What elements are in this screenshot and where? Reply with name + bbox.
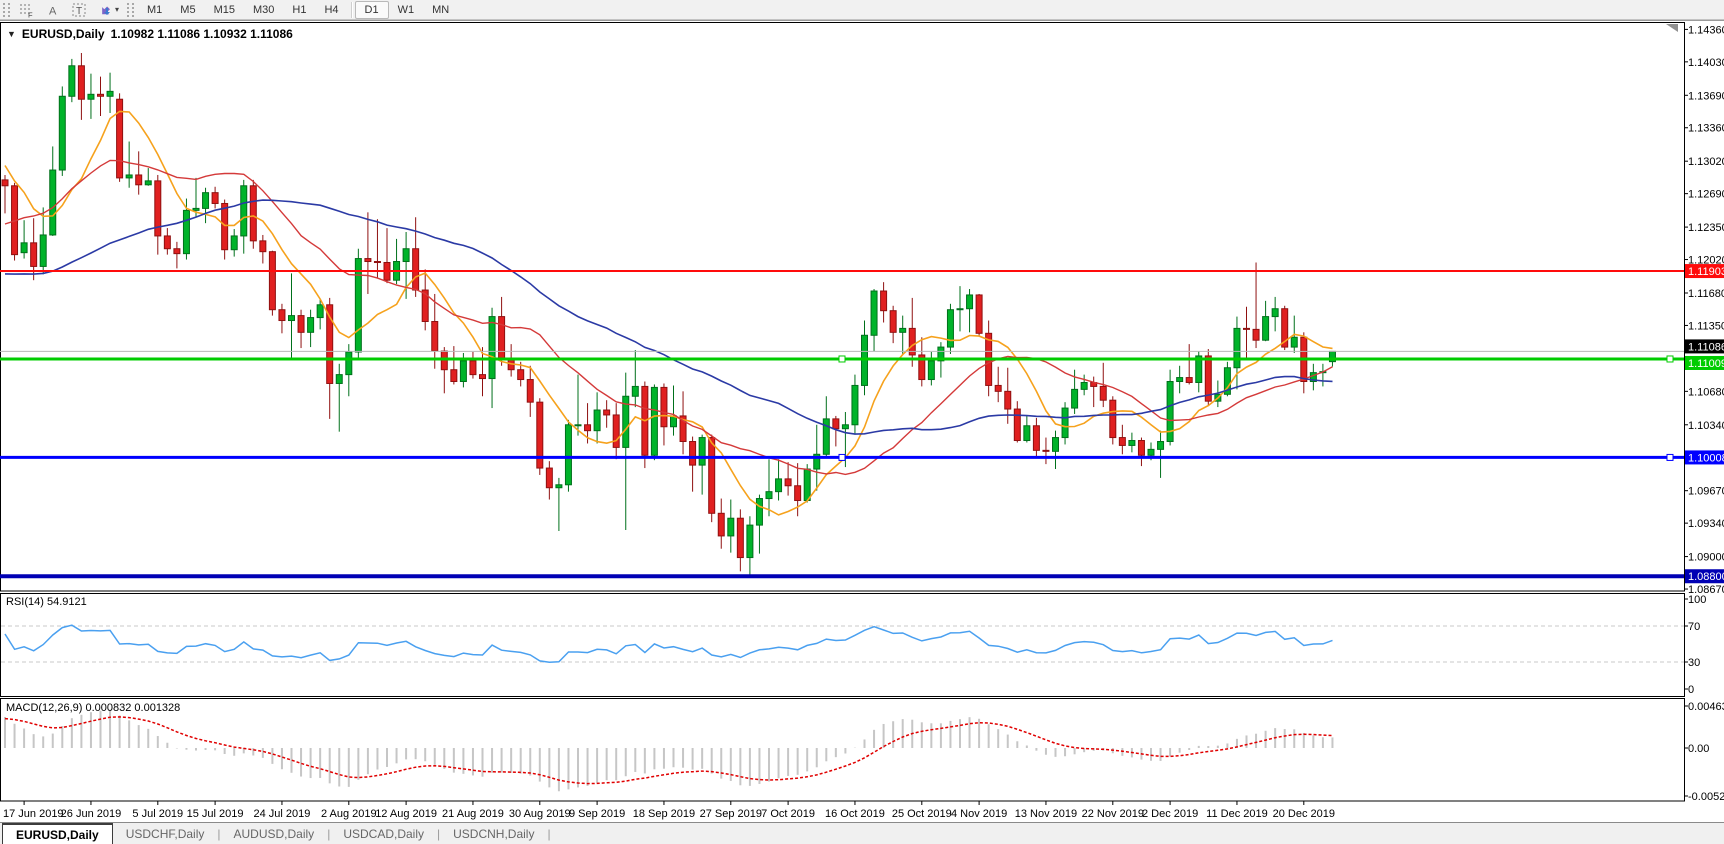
- svg-text:1.11009: 1.11009: [1688, 358, 1724, 370]
- svg-text:12 Aug 2019: 12 Aug 2019: [375, 808, 437, 820]
- svg-text:1.11350: 1.11350: [1688, 320, 1724, 332]
- svg-text:1.14030: 1.14030: [1688, 57, 1724, 69]
- svg-text:100: 100: [1688, 594, 1706, 606]
- chart-canvas[interactable]: 1.14360 1.14030 1.13690 1.13360 1.13020 1.126…: [0, 21, 1724, 823]
- timeframe-button-d1[interactable]: D1: [355, 1, 389, 19]
- text-icon[interactable]: A: [40, 1, 66, 19]
- svg-text:17 Jun 2019: 17 Jun 2019: [3, 808, 64, 820]
- svg-text:27 Sep 2019: 27 Sep 2019: [700, 808, 762, 820]
- timeframe-button-mn[interactable]: MN: [423, 1, 458, 19]
- arrows-dropdown-caret[interactable]: ▾: [115, 5, 119, 14]
- svg-text:1.11903: 1.11903: [1688, 266, 1724, 278]
- svg-text:F: F: [28, 10, 33, 18]
- svg-text:1.13690: 1.13690: [1688, 90, 1724, 102]
- chart-tab-usdchf[interactable]: USDCHF,Daily: [113, 823, 218, 844]
- svg-text:1.11680: 1.11680: [1688, 288, 1724, 300]
- timeframe-button-h4[interactable]: H4: [315, 1, 347, 19]
- toolbar-drag-handle-2[interactable]: [127, 3, 134, 17]
- toolbar: F A T ▾ M1M5M15M30H1H4 D1W1MN: [0, 0, 1724, 20]
- svg-text:20 Dec 2019: 20 Dec 2019: [1273, 808, 1335, 820]
- svg-text:9 Sep 2019: 9 Sep 2019: [569, 808, 625, 820]
- chart-tab-eurusd[interactable]: EURUSD,Daily: [2, 823, 113, 844]
- svg-text:11 Dec 2019: 11 Dec 2019: [1206, 808, 1268, 820]
- svg-text:-0.00529: -0.00529: [1688, 791, 1724, 803]
- svg-text:2 Dec 2019: 2 Dec 2019: [1142, 808, 1198, 820]
- svg-text:0: 0: [1688, 684, 1694, 696]
- svg-text:22 Nov 2019: 22 Nov 2019: [1082, 808, 1144, 820]
- svg-text:1.12690: 1.12690: [1688, 189, 1724, 201]
- toolbar-drag-handle[interactable]: [3, 3, 10, 17]
- chart-tab-usdcad[interactable]: USDCAD,Daily: [330, 823, 437, 844]
- line-handle[interactable]: [1667, 454, 1673, 460]
- timeframe-button-h1[interactable]: H1: [283, 1, 315, 19]
- svg-text:1.11086: 1.11086: [1688, 341, 1724, 353]
- date-axis: 17 Jun 201926 Jun 2019 5 Jul 2019 15 Jul 2…: [3, 801, 1335, 820]
- line-handle[interactable]: [839, 454, 845, 460]
- line-handle[interactable]: [1667, 356, 1673, 362]
- timeframe-button-m1[interactable]: M1: [138, 1, 171, 19]
- collapse-arrow-icon[interactable]: ▼: [7, 29, 16, 39]
- chart-ohlc-label: 1.10982 1.11086 1.10932 1.11086: [111, 27, 293, 41]
- text-label-icon[interactable]: T: [66, 1, 92, 19]
- svg-text:1.12350: 1.12350: [1688, 222, 1724, 234]
- chart-symbol-label: EURUSD,Daily: [22, 27, 105, 41]
- svg-text:21 Aug 2019: 21 Aug 2019: [442, 808, 504, 820]
- svg-text:70: 70: [1688, 621, 1700, 633]
- fibonacci-retracement-icon[interactable]: F: [14, 1, 40, 19]
- arrows-icon[interactable]: ▾: [92, 1, 124, 19]
- svg-text:30 Aug 2019: 30 Aug 2019: [509, 808, 571, 820]
- svg-text:1.13360: 1.13360: [1688, 123, 1724, 135]
- svg-text:1.13020: 1.13020: [1688, 156, 1724, 168]
- chart-tabs-bar: EURUSD,DailyUSDCHF,Daily|AUDUSD,Daily|US…: [0, 822, 1724, 844]
- svg-text:0.00463: 0.00463: [1688, 701, 1724, 713]
- svg-text:2 Aug 2019: 2 Aug 2019: [321, 808, 377, 820]
- svg-text:1.10340: 1.10340: [1688, 420, 1724, 432]
- pane-frames: [1, 23, 1685, 802]
- svg-text:1.10680: 1.10680: [1688, 386, 1724, 398]
- svg-text:0.00: 0.00: [1688, 743, 1709, 755]
- timeframe-button-m15[interactable]: M15: [205, 1, 244, 19]
- svg-text:7 Oct 2019: 7 Oct 2019: [761, 808, 815, 820]
- toolbar-separator: [351, 2, 352, 18]
- rsi-label: RSI(14) 54.9121: [6, 596, 87, 608]
- svg-text:24 Jul 2019: 24 Jul 2019: [254, 808, 311, 820]
- svg-text:1.08800: 1.08800: [1688, 571, 1724, 583]
- svg-text:1.14360: 1.14360: [1688, 24, 1724, 36]
- timeframe-group: M1M5M15M30H1H4 D1W1MN: [138, 1, 458, 19]
- svg-text:4 Nov 2019: 4 Nov 2019: [951, 808, 1007, 820]
- svg-text:1.10008: 1.10008: [1688, 452, 1724, 464]
- svg-text:18 Sep 2019: 18 Sep 2019: [633, 808, 695, 820]
- chart-title: ▼ EURUSD,Daily 1.10982 1.11086 1.10932 1…: [7, 27, 293, 41]
- svg-text:15 Jul 2019: 15 Jul 2019: [187, 808, 244, 820]
- svg-text:1.09340: 1.09340: [1688, 518, 1724, 530]
- price-axis: 1.14360 1.14030 1.13690 1.13360 1.13020 1.126…: [1684, 24, 1724, 596]
- svg-text:5 Jul 2019: 5 Jul 2019: [132, 808, 183, 820]
- svg-text:16 Oct 2019: 16 Oct 2019: [825, 808, 885, 820]
- svg-text:1.09000: 1.09000: [1688, 552, 1724, 564]
- timeframe-button-w1[interactable]: W1: [389, 1, 424, 19]
- svg-text:T: T: [76, 6, 82, 17]
- line-handle[interactable]: [839, 356, 845, 362]
- macd-label: MACD(12,26,9) 0.000832 0.001328: [6, 702, 180, 714]
- timeframe-button-m5[interactable]: M5: [171, 1, 204, 19]
- svg-text:A: A: [49, 5, 57, 17]
- timeframe-button-m30[interactable]: M30: [244, 1, 283, 19]
- svg-text:26 Jun 2019: 26 Jun 2019: [61, 808, 122, 820]
- chart-tab-usdcnh[interactable]: USDCNH,Daily: [440, 823, 547, 844]
- svg-text:30: 30: [1688, 657, 1700, 669]
- svg-text:13 Nov 2019: 13 Nov 2019: [1015, 808, 1077, 820]
- chart-tab-audusd[interactable]: AUDUSD,Daily: [221, 823, 328, 844]
- svg-text:1.09670: 1.09670: [1688, 486, 1724, 498]
- chart-window: 1.14360 1.14030 1.13690 1.13360 1.13020 1.126…: [0, 20, 1724, 822]
- tab-separator: |: [547, 823, 550, 844]
- svg-text:25 Oct 2019: 25 Oct 2019: [892, 808, 952, 820]
